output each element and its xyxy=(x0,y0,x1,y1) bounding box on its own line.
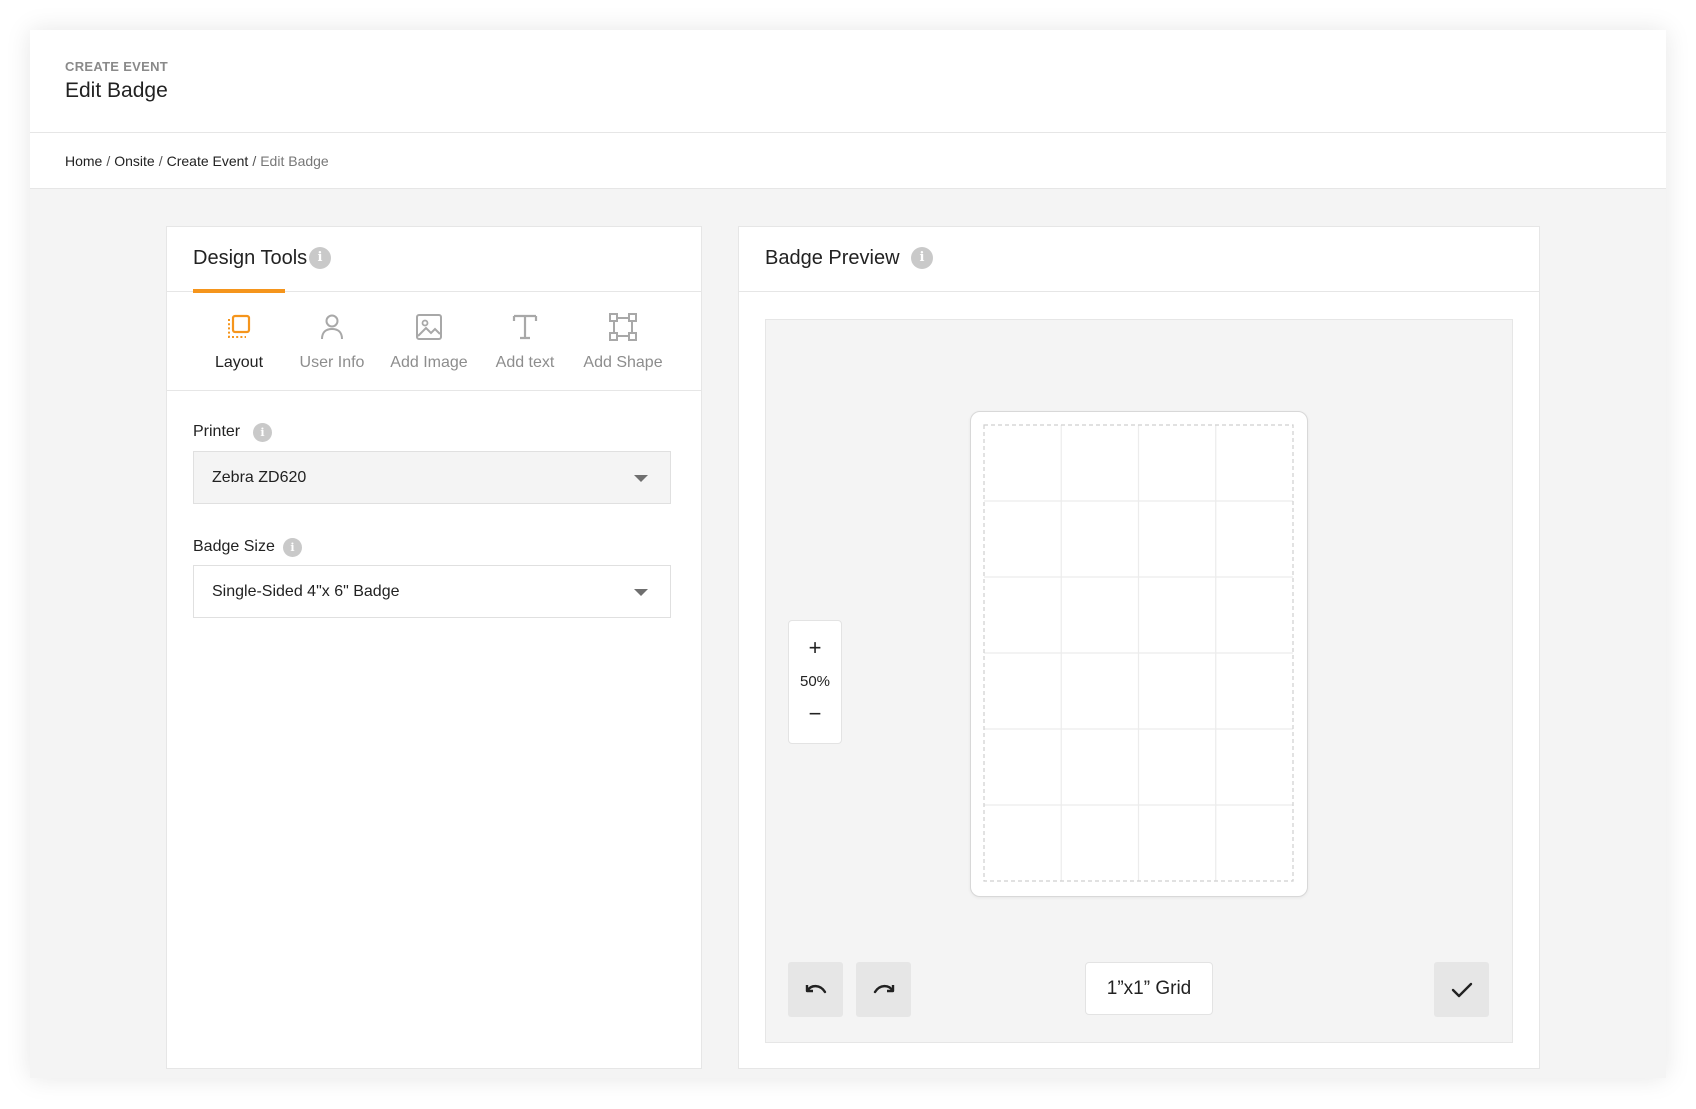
info-icon[interactable]: i xyxy=(911,247,933,269)
undo-button[interactable] xyxy=(788,962,843,1017)
breadcrumb-separator: / xyxy=(158,153,163,169)
zoom-out-button[interactable]: − xyxy=(789,699,841,729)
tool-label: Add Shape xyxy=(583,354,663,371)
badge-preview-title: Badge Preview xyxy=(765,247,900,269)
zoom-in-button[interactable]: + xyxy=(789,633,841,663)
badge-card[interactable] xyxy=(970,411,1308,897)
redo-icon xyxy=(873,984,895,994)
badge-grid xyxy=(983,424,1294,882)
design-tools-panel: Design Tools i Layout User Info Add Imag… xyxy=(166,226,702,1069)
info-icon[interactable]: i xyxy=(309,247,331,269)
badge-preview-header: Badge Preview i xyxy=(739,227,1539,292)
breadcrumb-home[interactable]: Home xyxy=(65,153,102,169)
badge-preview-panel: Badge Preview i + 50% − 1”x1” Grid xyxy=(738,226,1540,1069)
preview-canvas: + 50% − 1”x1” Grid xyxy=(765,319,1513,1043)
user-icon xyxy=(321,314,343,340)
tool-label: User Info xyxy=(299,354,365,371)
chevron-down-icon xyxy=(634,589,648,596)
breadcrumb-separator: / xyxy=(106,153,111,169)
shape-icon xyxy=(609,313,637,341)
printer-select[interactable]: Zebra ZD620 xyxy=(193,451,671,504)
check-icon xyxy=(1451,982,1473,998)
zoom-control: + 50% − xyxy=(788,620,842,744)
printer-value: Zebra ZD620 xyxy=(212,469,307,486)
zoom-level: 50% xyxy=(799,673,831,690)
tool-label: Layout xyxy=(214,354,264,371)
info-icon[interactable]: i xyxy=(253,423,272,442)
redo-button[interactable] xyxy=(856,962,911,1017)
badge-size-label: Badge Size xyxy=(193,538,275,555)
tool-add-shape[interactable]: Add Shape xyxy=(571,292,675,390)
badge-size-value: Single-Sided 4"x 6" Badge xyxy=(212,583,400,600)
design-tools-title: Design Tools xyxy=(193,247,308,269)
breadcrumb-bar: Home / Onsite / Create Event / Edit Badge xyxy=(30,133,1666,189)
page-header: CREATE EVENT Edit Badge xyxy=(30,30,1666,133)
tool-label: Add Image xyxy=(390,354,468,371)
layout-icon xyxy=(228,314,251,338)
tool-add-image[interactable]: Add Image xyxy=(379,292,479,390)
undo-icon xyxy=(805,984,827,994)
app-window: CREATE EVENT Edit Badge Home / Onsite / Crea… xyxy=(30,30,1666,1078)
breadcrumb: Home / Onsite / Create Event / Edit Badge xyxy=(65,153,329,169)
breadcrumb-separator: / xyxy=(252,153,257,169)
breadcrumb-onsite[interactable]: Onsite xyxy=(114,153,154,169)
chevron-down-icon xyxy=(634,475,648,482)
page-title: Edit Badge xyxy=(65,79,168,102)
breadcrumb-current: Edit Badge xyxy=(260,153,329,169)
info-icon[interactable]: i xyxy=(283,538,302,557)
breadcrumb-create-event[interactable]: Create Event xyxy=(167,153,249,169)
text-icon xyxy=(512,314,538,340)
tool-layout[interactable]: Layout xyxy=(193,292,285,390)
tool-user-info[interactable]: User Info xyxy=(287,292,377,390)
tool-add-text[interactable]: Add text xyxy=(479,292,571,390)
image-icon xyxy=(416,314,442,340)
tool-bar: Layout User Info Add Image Add text Add … xyxy=(167,292,701,391)
printer-label: Printer xyxy=(193,423,241,440)
confirm-button[interactable] xyxy=(1434,962,1489,1017)
page-eyebrow: CREATE EVENT xyxy=(65,59,169,74)
tool-label: Add text xyxy=(495,354,555,371)
badge-size-select[interactable]: Single-Sided 4"x 6" Badge xyxy=(193,565,671,618)
design-tools-header: Design Tools i xyxy=(167,227,701,292)
grid-toggle-button[interactable]: 1”x1” Grid xyxy=(1085,962,1213,1015)
